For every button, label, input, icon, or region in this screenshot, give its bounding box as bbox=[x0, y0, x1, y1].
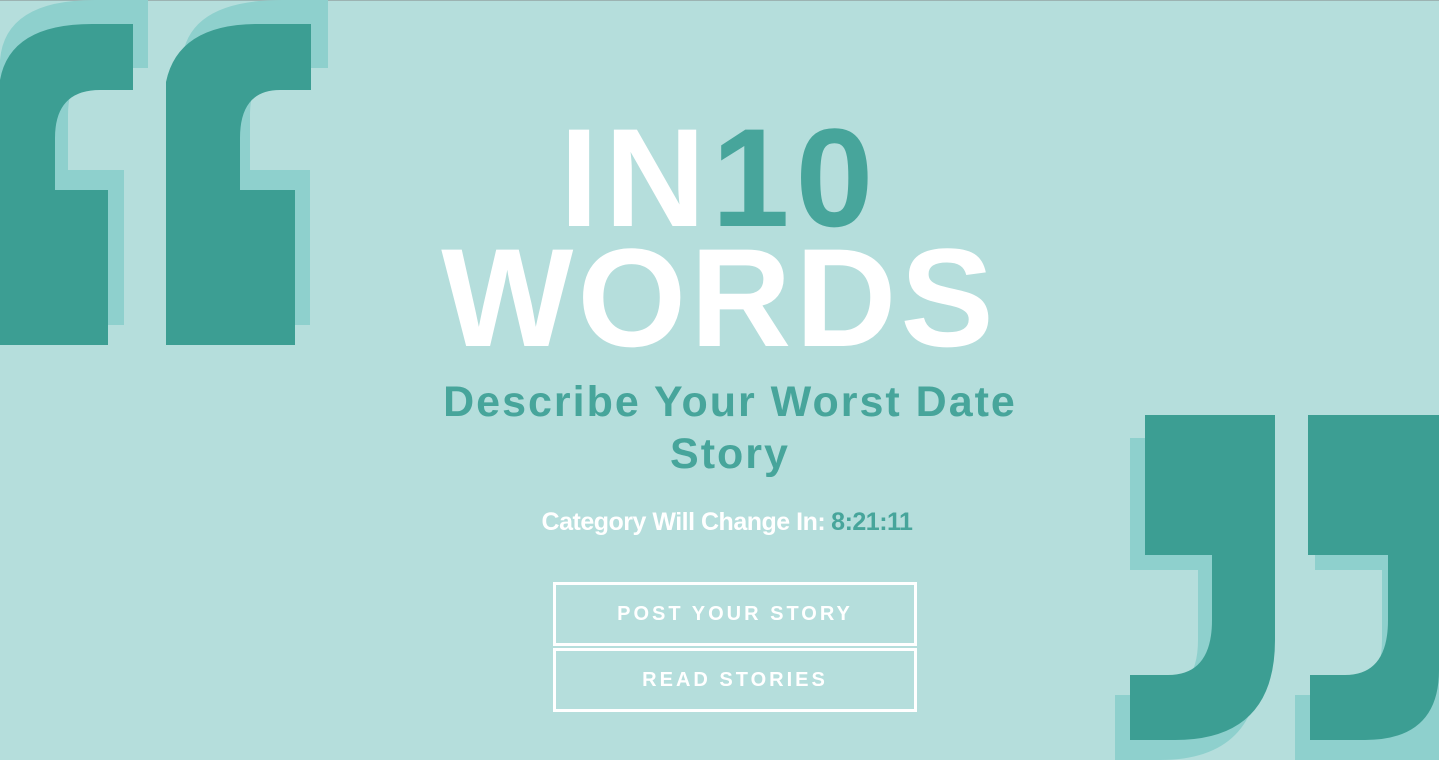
hero: IN10 WORDS Describe Your Worst Date Stor… bbox=[0, 0, 1439, 760]
countdown-time: 8:21:11 bbox=[831, 508, 913, 536]
countdown-label: Category Will Change In: bbox=[541, 508, 826, 536]
post-story-button[interactable]: POST YOUR STORY bbox=[553, 582, 917, 646]
category-prompt: Describe Your Worst Date Story bbox=[443, 378, 1017, 478]
site-title-words: WORDS bbox=[441, 219, 998, 376]
read-stories-button[interactable]: READ STORIES bbox=[553, 648, 917, 712]
category-countdown: Category Will Change In: 8:21:11 bbox=[0, 506, 1439, 538]
